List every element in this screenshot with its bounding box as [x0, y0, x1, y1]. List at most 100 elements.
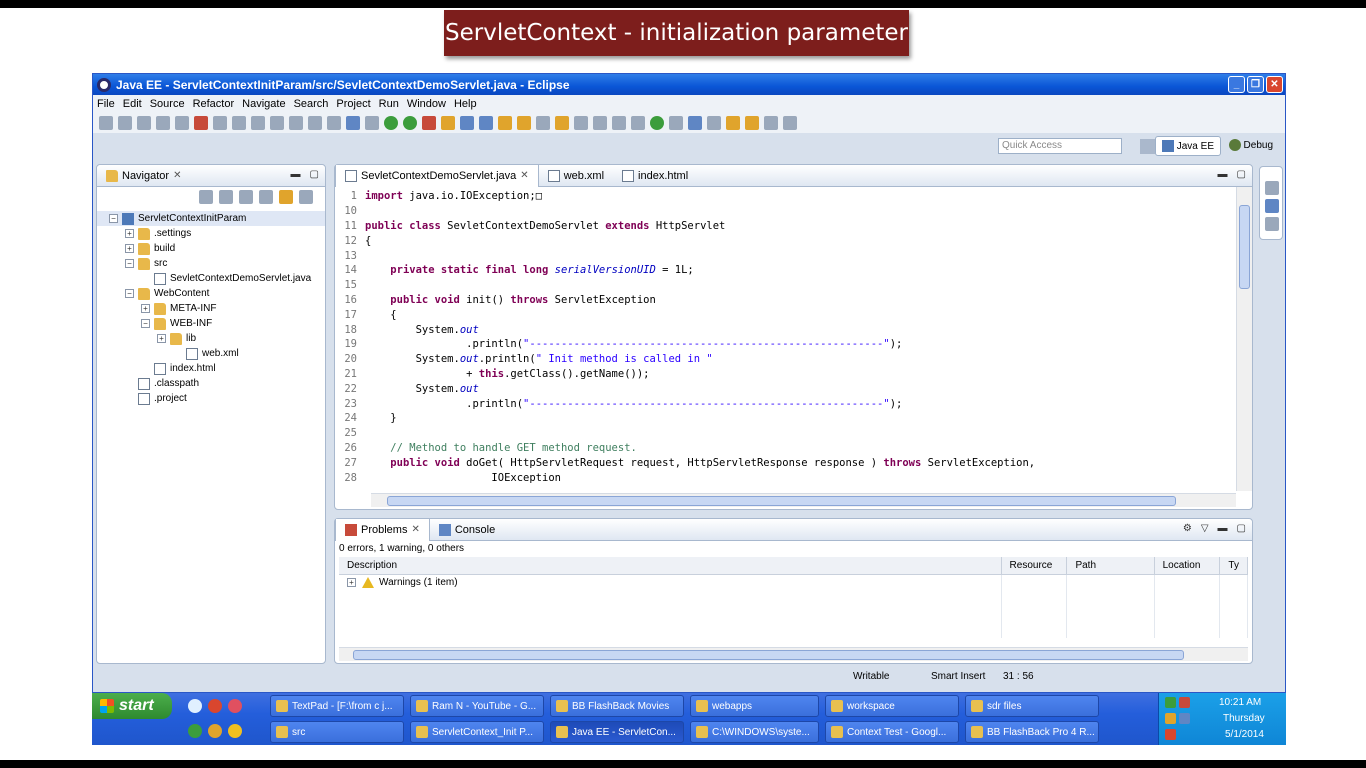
navigator-tab[interactable]: Navigator ✕	[97, 165, 190, 187]
scroll-thumb[interactable]	[353, 650, 1184, 660]
toolbar-button-icon[interactable]	[612, 116, 626, 130]
taskbar-button[interactable]: src	[270, 721, 404, 743]
toolbar-button-icon[interactable]	[764, 116, 778, 130]
toolbar-button-icon[interactable]	[441, 116, 455, 130]
code-line[interactable]: 26 // Method to handle GET method reques…	[335, 441, 1234, 456]
hierarchy-icon[interactable]	[1265, 199, 1279, 213]
tree-item[interactable]: − WebContent	[97, 286, 325, 301]
toolbar-button-icon[interactable]	[365, 116, 379, 130]
window-titlebar[interactable]: Java EE - ServletContextInitParam/src/Se…	[93, 74, 1285, 95]
taskbar-button[interactable]: workspace	[825, 695, 959, 717]
quicklaunch-app2-icon[interactable]	[208, 724, 222, 738]
close-icon[interactable]: ✕	[520, 170, 528, 181]
collapse-icon[interactable]: −	[141, 319, 150, 328]
table-row[interactable]: + Warnings (1 item)	[339, 574, 1248, 590]
toolbar-button-icon[interactable]	[308, 116, 322, 130]
toolbar-button-icon[interactable]	[175, 116, 189, 130]
column-header[interactable]: Path	[1066, 557, 1155, 575]
tree-item[interactable]: − ServletContextInitParam	[97, 211, 325, 226]
open-perspective-icon[interactable]	[1140, 139, 1155, 154]
quicklaunch-chrome-icon[interactable]	[228, 724, 242, 738]
code-line[interactable]: 27 public void doGet( HttpServletRequest…	[335, 455, 1234, 470]
quicklaunch-media-icon[interactable]	[188, 724, 202, 738]
expand-icon[interactable]: +	[157, 334, 166, 343]
start-button[interactable]: start	[92, 693, 172, 719]
taskbar-button[interactable]: Context Test - Googl...	[825, 721, 959, 743]
menu-navigate[interactable]: Navigate	[242, 98, 285, 110]
menu-edit[interactable]: Edit	[123, 98, 142, 110]
quicklaunch-ie-icon[interactable]	[188, 699, 202, 713]
editor-tab[interactable]: SevletContextDemoServlet.java ✕	[335, 164, 539, 187]
collapse-icon[interactable]: −	[125, 289, 134, 298]
taskbar-button[interactable]: webapps	[690, 695, 819, 717]
toolbar-button-icon[interactable]	[631, 116, 645, 130]
outline-icon[interactable]	[1265, 181, 1279, 195]
scroll-thumb[interactable]	[387, 496, 1176, 506]
expand-icon[interactable]: +	[141, 304, 150, 313]
column-header[interactable]: Description	[339, 557, 1002, 575]
code-line[interactable]: 17 {	[335, 307, 1234, 322]
toolbar-button-icon[interactable]	[460, 116, 474, 130]
toolbar-button-icon[interactable]	[574, 116, 588, 130]
taskbar-button[interactable]: ServletContext_Init P...	[410, 721, 544, 743]
toolbar-button-icon[interactable]	[783, 116, 797, 130]
code-line[interactable]: 11 public class SevletContextDemoServlet …	[335, 219, 1234, 234]
menu-help[interactable]: Help	[454, 98, 477, 110]
tree-item[interactable]: − WEB-INF	[97, 316, 325, 331]
problems-horizontal-scrollbar[interactable]	[339, 647, 1248, 661]
toolbar-button-icon[interactable]	[251, 116, 265, 130]
code-editor[interactable]: 1 import java.io.IOException; □ 10 11 public …	[335, 189, 1234, 485]
minimize-view-icon[interactable]: ▬	[1218, 523, 1228, 534]
code-line[interactable]: 28 IOException	[335, 470, 1234, 485]
task-list-icon[interactable]	[1265, 217, 1279, 231]
taskbar-button[interactable]: TextPad - [F:\from c j...	[270, 695, 404, 717]
code-line[interactable]: 14 private static final long serialVersi…	[335, 263, 1234, 278]
toolbar-button-icon[interactable]	[156, 116, 170, 130]
taskbar-button[interactable]: C:\WINDOWS\syste...	[690, 721, 819, 743]
toolbar-button-icon[interactable]	[555, 116, 569, 130]
tab-problems[interactable]: Problems ✕	[335, 518, 430, 541]
code-line[interactable]: 18 System. out	[335, 322, 1234, 337]
expand-icon[interactable]: +	[347, 577, 356, 587]
restore-icon[interactable]: ❐	[1247, 76, 1264, 93]
toolbar-button-icon[interactable]	[688, 116, 702, 130]
tree-item[interactable]: − src	[97, 256, 325, 271]
code-line[interactable]: 1 import java.io.IOException; □	[335, 189, 1234, 204]
menu-window[interactable]: Window	[407, 98, 446, 110]
minimize-view-icon[interactable]: ▬	[291, 169, 301, 180]
back-icon[interactable]	[199, 190, 213, 204]
perspective-debug-button[interactable]: Debug	[1228, 139, 1273, 151]
tree-item[interactable]: .classpath	[97, 376, 325, 391]
menu-project[interactable]: Project	[336, 98, 370, 110]
tree-item[interactable]: + lib	[97, 331, 325, 346]
expand-icon[interactable]: +	[125, 229, 134, 238]
close-icon[interactable]: ✕	[411, 524, 419, 535]
menu-search[interactable]: Search	[294, 98, 329, 110]
editor-horizontal-scrollbar[interactable]	[371, 493, 1236, 507]
code-line[interactable]: 19 .println("---------------------------…	[335, 337, 1234, 352]
code-line[interactable]: 25	[335, 426, 1234, 441]
column-header[interactable]: Resource	[1001, 557, 1068, 575]
tray-security-icon[interactable]	[1179, 713, 1190, 724]
link-editor-icon[interactable]	[279, 190, 293, 204]
tree-item[interactable]: SevletContextDemoServlet.java	[97, 271, 325, 286]
tree-item[interactable]: .project	[97, 391, 325, 406]
toolbar-button-icon[interactable]	[422, 116, 436, 130]
toolbar-button-icon[interactable]	[517, 116, 531, 130]
tree-item[interactable]: + META-INF	[97, 301, 325, 316]
code-line[interactable]: 16 public void init() throws ServletExce…	[335, 293, 1234, 308]
tray-network-icon[interactable]	[1165, 697, 1176, 708]
code-line[interactable]: 21 + this .getClass().getName());	[335, 367, 1234, 382]
forward-icon[interactable]	[219, 190, 233, 204]
minimize-view-icon[interactable]: ▬	[1218, 169, 1228, 180]
menu-refactor[interactable]: Refactor	[193, 98, 235, 110]
scroll-thumb[interactable]	[1239, 205, 1250, 289]
quicklaunch-close-icon[interactable]	[208, 699, 222, 713]
toolbar-button-icon[interactable]	[270, 116, 284, 130]
taskbar-button[interactable]: Java EE - ServletCon...	[550, 721, 684, 743]
maximize-view-icon[interactable]: ▢	[1237, 169, 1246, 180]
maximize-view-icon[interactable]: ▢	[310, 169, 319, 180]
close-icon[interactable]: ✕	[1266, 76, 1283, 93]
tree-item[interactable]: + build	[97, 241, 325, 256]
code-line[interactable]: 22 System. out	[335, 381, 1234, 396]
